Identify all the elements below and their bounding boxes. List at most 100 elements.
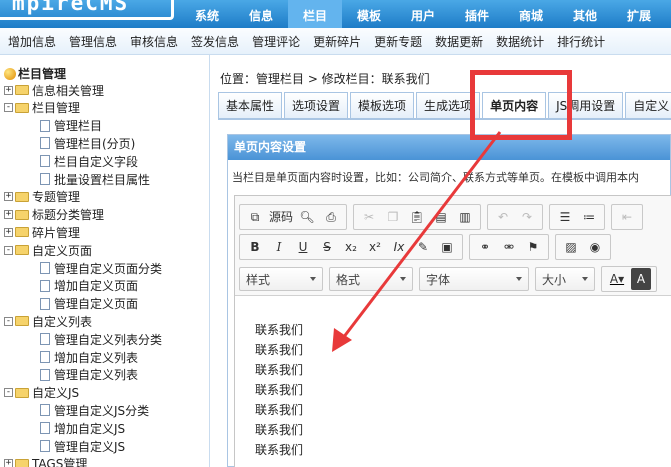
tab[interactable]: 自定义 <box>625 92 671 118</box>
tree-folder[interactable]: - 自定义列表 <box>4 312 92 330</box>
expand-icon[interactable]: + <box>4 85 13 95</box>
tree-leaf[interactable]: 批量设置栏目属性 <box>40 170 150 188</box>
tree-folder[interactable]: + TAGS管理 <box>4 455 87 467</box>
paste-format-icon[interactable]: ▣ <box>437 236 457 258</box>
tree-folder[interactable]: - 自定义JS <box>4 384 79 402</box>
top-nav-bar: mpireCMS 系统 信息 栏目 模板 用户 插件 商城 其他 扩展 <box>0 0 671 28</box>
font-dropdown[interactable]: 字体 <box>419 267 529 291</box>
topnav-item[interactable]: 插件 <box>450 0 504 28</box>
superscript-icon[interactable]: x² <box>365 236 385 258</box>
topnav-item[interactable]: 栏目 <box>288 0 342 28</box>
subnav-item[interactable]: 增加信息 <box>8 33 56 50</box>
subnav-item[interactable]: 审核信息 <box>130 33 178 50</box>
subnav-item[interactable]: 数据统计 <box>496 33 544 50</box>
topnav-item[interactable]: 其他 <box>558 0 612 28</box>
unlink-icon[interactable]: ⚮ <box>499 236 519 258</box>
tree-title[interactable]: 栏目管理 <box>4 65 66 82</box>
collapse-icon[interactable]: - <box>4 103 13 113</box>
tree-leaf[interactable]: 增加自定义JS <box>40 419 125 437</box>
subnav-item[interactable]: 更新碎片 <box>313 33 361 50</box>
image-icon[interactable]: ▨ <box>561 236 581 258</box>
redo-icon[interactable]: ↷ <box>517 206 537 228</box>
preview-icon[interactable]: 🔍︎ <box>297 206 317 228</box>
cut-icon[interactable]: ✂ <box>359 206 379 228</box>
tree-leaf[interactable]: 管理自定义JS <box>40 437 125 455</box>
paste-word-icon[interactable]: ▥ <box>455 206 475 228</box>
italic-icon[interactable]: I <box>269 236 289 258</box>
document-icon <box>40 368 50 381</box>
subscript-icon[interactable]: x₂ <box>341 236 361 258</box>
tree-leaf[interactable]: 管理栏目 <box>40 117 102 135</box>
tree-folder[interactable]: + 标题分类管理 <box>4 206 104 224</box>
collapse-icon[interactable]: - <box>4 245 13 255</box>
anchor-flag-icon[interactable]: ⚑ <box>523 236 543 258</box>
copy-format-icon[interactable]: ✎ <box>413 236 433 258</box>
subnav-item[interactable]: 管理信息 <box>69 33 117 50</box>
expand-icon[interactable]: + <box>4 210 13 220</box>
topnav-item[interactable]: 信息 <box>234 0 288 28</box>
strikethrough-icon[interactable]: S <box>317 236 337 258</box>
subnav-item[interactable]: 排行统计 <box>557 33 605 50</box>
topnav-item[interactable]: 扩展 <box>612 0 666 28</box>
paste-icon[interactable]: 📋︎ <box>407 206 427 228</box>
tree-leaf[interactable]: 增加自定义页面 <box>40 277 138 295</box>
tree-leaf[interactable]: 管理自定义列表分类 <box>40 330 162 348</box>
subnav-item[interactable]: 管理评论 <box>252 33 300 50</box>
topnav-item[interactable]: 系统 <box>180 0 234 28</box>
expand-icon[interactable]: + <box>4 459 13 467</box>
collapse-icon[interactable]: - <box>4 316 13 326</box>
paste-text-icon[interactable]: ▤ <box>431 206 451 228</box>
editor-content[interactable]: 联系我们 联系我们 联系我们 联系我们 联系我们 联系我们 联系我们 <box>255 320 303 460</box>
document-icon <box>40 422 50 435</box>
bg-color-icon[interactable]: A <box>631 268 651 290</box>
tree-leaf[interactable]: 管理自定义JS分类 <box>40 401 149 419</box>
tab[interactable]: 选项设置 <box>284 92 349 118</box>
size-dropdown[interactable]: 大小 <box>535 267 595 291</box>
tree-folder[interactable]: - 自定义页面 <box>4 241 92 259</box>
topnav-item[interactable]: 模板 <box>342 0 396 28</box>
toolbar-row-2: B I U S x₂ x² Ix ✎ ▣ ⚭ ⚮ ⚑ ▨ ◉ <box>239 234 617 260</box>
expand-icon[interactable]: + <box>4 192 13 202</box>
undo-icon[interactable]: ↶ <box>493 206 513 228</box>
source-icon[interactable]: ⧉ <box>245 206 265 228</box>
style-dropdown[interactable]: 样式 <box>239 267 323 291</box>
collapse-icon[interactable]: - <box>4 388 13 398</box>
text-color-icon[interactable]: A▾ <box>607 268 627 290</box>
outdent-icon[interactable]: ⇤ <box>617 206 637 228</box>
source-button[interactable]: 源码 <box>269 206 293 228</box>
tree-folder[interactable]: + 碎片管理 <box>4 223 80 241</box>
topnav-item[interactable]: 用户 <box>396 0 450 28</box>
subnav-item[interactable]: 签发信息 <box>191 33 239 50</box>
copy-icon[interactable]: ❐ <box>383 206 403 228</box>
bold-icon[interactable]: B <box>245 236 265 258</box>
bullet-list-icon[interactable]: ≔ <box>579 206 599 228</box>
tree-folder[interactable]: + 专题管理 <box>4 188 80 206</box>
flash-icon[interactable]: ◉ <box>585 236 605 258</box>
remove-format-icon[interactable]: Ix <box>389 236 409 258</box>
tree-item-label: 管理自定义JS <box>54 439 126 454</box>
tree-leaf[interactable]: 管理栏目(分页) <box>40 134 135 152</box>
tab[interactable]: 模板选项 <box>350 92 415 118</box>
underline-icon[interactable]: U <box>293 236 313 258</box>
tree-folder[interactable]: - 栏目管理 <box>4 99 80 117</box>
subnav-item[interactable]: 数据更新 <box>435 33 483 50</box>
folder-icon <box>15 245 29 256</box>
print-icon[interactable]: ⎙ <box>321 206 341 228</box>
document-icon <box>40 404 50 417</box>
folder-icon <box>15 85 29 95</box>
numbered-list-icon[interactable]: ☰ <box>555 206 575 228</box>
tree-leaf[interactable]: 管理自定义页面 <box>40 295 138 313</box>
tab[interactable]: 基本属性 <box>218 92 283 118</box>
format-dropdown[interactable]: 格式 <box>329 267 413 291</box>
tree-folder[interactable]: + 信息相关管理 <box>4 81 104 99</box>
expand-icon[interactable]: + <box>4 227 13 237</box>
tree-leaf[interactable]: 栏目自定义字段 <box>40 152 138 170</box>
tree-item-label: 栏目管理 <box>32 101 81 116</box>
topnav-item[interactable]: 商城 <box>504 0 558 28</box>
tree-leaf[interactable]: 管理自定义列表 <box>40 366 138 384</box>
rich-text-editor[interactable]: ⧉ 源码 🔍︎ ⎙ ✂ ❐ 📋︎ ▤ ▥ ↶ ↷ ☰ ≔ ⇤ B I U S x… <box>234 195 671 467</box>
tree-leaf[interactable]: 增加自定义列表 <box>40 348 138 366</box>
subnav-item[interactable]: 更新专题 <box>374 33 422 50</box>
link-icon[interactable]: ⚭ <box>475 236 495 258</box>
tree-leaf[interactable]: 管理自定义页面分类 <box>40 259 162 277</box>
